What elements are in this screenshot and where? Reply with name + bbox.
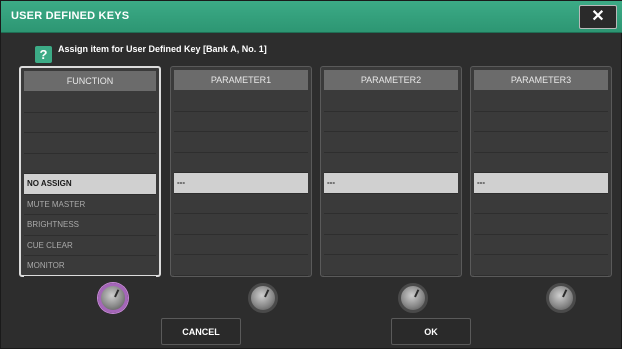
parameter1-column[interactable]: PARAMETER1 --- [170,66,312,277]
list-item-selected[interactable]: --- [474,173,608,194]
ok-button[interactable]: OK [391,318,471,345]
close-button[interactable]: ✕ [579,5,617,29]
list-item[interactable] [24,154,156,174]
parameter2-knob-icon[interactable] [398,283,428,313]
title-bar: USER DEFINED KEYS ✕ [1,1,622,33]
parameter1-knob-icon[interactable] [248,283,278,313]
list-item[interactable] [174,153,308,173]
list-item[interactable]: CUE CLEAR [24,236,156,256]
list-item-selected[interactable]: --- [174,173,308,194]
list-item[interactable]: BRIGHTNESS [24,215,156,236]
list-item[interactable] [174,112,308,132]
list-item[interactable] [324,153,458,173]
list-item[interactable] [324,255,458,276]
list-item[interactable]: MONITOR [24,256,156,277]
list-item[interactable] [174,214,308,235]
list-item[interactable] [474,153,608,173]
list-item[interactable] [324,132,458,153]
column-header: PARAMETER3 [474,70,608,90]
list-item[interactable] [324,214,458,235]
column-header: PARAMETER1 [174,70,308,90]
parameter2-column[interactable]: PARAMETER2 --- [320,66,462,277]
list-item[interactable] [174,235,308,255]
list-item[interactable] [474,112,608,132]
column-header: FUNCTION [24,71,156,91]
list-item[interactable] [174,194,308,214]
list-item[interactable] [174,132,308,153]
list-item-selected[interactable]: --- [324,173,458,194]
function-column[interactable]: FUNCTION NO ASSIGN MUTE MASTER BRIGHTNES… [19,66,161,277]
list-item[interactable] [474,194,608,214]
list-item[interactable] [474,255,608,276]
list-item[interactable] [174,255,308,276]
list-item[interactable] [24,113,156,133]
window-title: USER DEFINED KEYS [11,10,130,22]
list-item[interactable] [24,133,156,154]
list-item[interactable] [474,235,608,255]
parameter3-knob-icon[interactable] [546,283,576,313]
prompt-text: Assign item for User Defined Key [Bank A… [58,44,267,54]
column-header: PARAMETER2 [324,70,458,90]
list-item[interactable] [474,132,608,153]
list-item[interactable] [324,194,458,214]
list-item[interactable]: MUTE MASTER [24,195,156,215]
list-item[interactable] [474,91,608,112]
list-item[interactable] [174,91,308,112]
cancel-button[interactable]: CANCEL [161,318,241,345]
help-icon[interactable]: ? [35,45,52,63]
list-item[interactable] [324,235,458,255]
list-item[interactable] [324,91,458,112]
function-knob-icon[interactable] [98,283,128,313]
prompt: ? Assign item for User Defined Key [Bank… [35,41,267,63]
parameter3-column[interactable]: PARAMETER3 --- [470,66,612,277]
list-item[interactable] [474,214,608,235]
user-defined-keys-dialog: USER DEFINED KEYS ✕ ? Assign item for Us… [0,0,622,349]
list-item[interactable] [24,92,156,113]
list-item[interactable] [324,112,458,132]
list-item-selected[interactable]: NO ASSIGN [24,174,156,195]
